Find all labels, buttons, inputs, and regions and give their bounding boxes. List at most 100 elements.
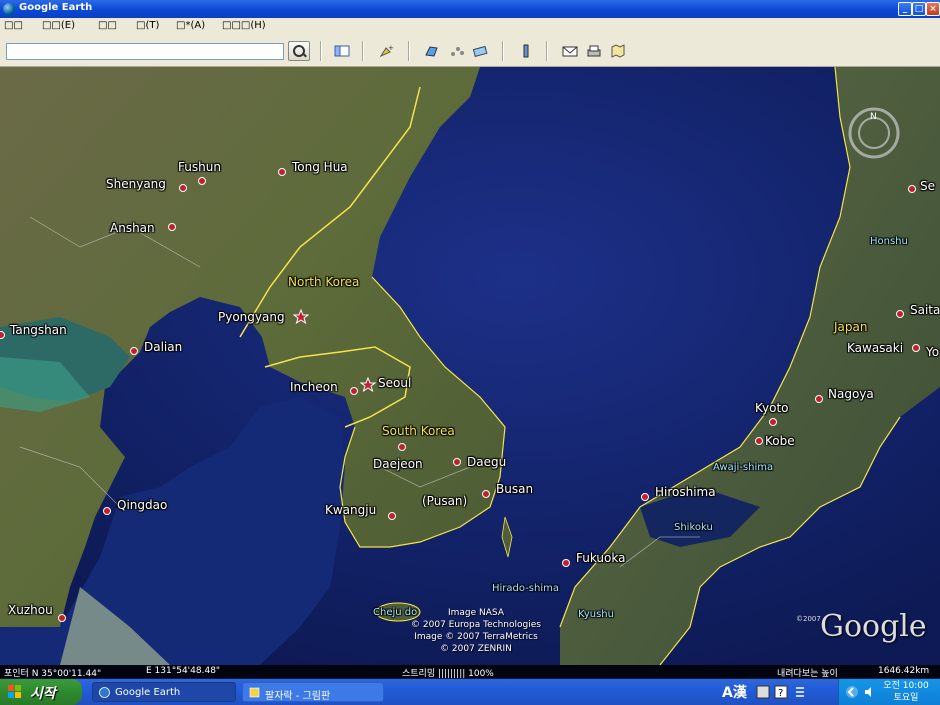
menu-view[interactable]: □□ [98, 20, 117, 31]
start-label: 시작 [30, 686, 56, 702]
city-label-incheon[interactable]: Incheon [290, 380, 338, 394]
city-marker-hiroshima[interactable] [641, 493, 649, 501]
city-label-seoul[interactable]: Seoul [378, 376, 411, 390]
satellite-imagery [0, 67, 940, 665]
taskbar-item-paint[interactable]: 팔자락 - 그림판 [242, 682, 384, 702]
city-label-nagoya[interactable]: Nagoya [828, 387, 874, 401]
volume-icon[interactable] [863, 685, 877, 699]
earth-view[interactable]: N Fushun Shenyang Tong Hua Anshan Tangsh… [0, 67, 940, 665]
sidebar-toggle-icon[interactable] [334, 44, 350, 58]
city-label-saitama[interactable]: Saita [910, 303, 940, 317]
city-label-daejeon[interactable]: Daejeon [373, 457, 423, 471]
city-marker-fukuoka[interactable] [562, 559, 570, 567]
toolbar-separator [408, 41, 410, 61]
credit-line: Image NASA [448, 608, 504, 618]
window-title: Google Earth [19, 2, 93, 13]
city-label-daegu[interactable]: Daegu [467, 455, 506, 469]
city-marker-kobe[interactable] [755, 437, 763, 445]
email-icon[interactable] [562, 44, 578, 58]
city-label-yokohama[interactable]: Yo [926, 345, 939, 359]
polygon-add-icon[interactable] [424, 44, 440, 58]
ruler-icon[interactable] [518, 44, 534, 58]
city-marker-kwangju[interactable] [388, 512, 396, 520]
city-label-pyongyang[interactable]: Pyongyang [218, 310, 285, 324]
city-label-fukuoka[interactable]: Fukuoka [576, 551, 625, 565]
city-marker-tonghua[interactable] [278, 168, 286, 176]
country-label-south-korea[interactable]: South Korea [382, 424, 455, 438]
help-icon[interactable]: ? [774, 685, 788, 699]
city-label-dalian[interactable]: Dalian [144, 340, 182, 354]
city-marker-qingdao[interactable] [103, 507, 111, 515]
city-label-anshan[interactable]: Anshan [110, 221, 155, 235]
clock-time: 오전 10:00 [883, 681, 929, 691]
capital-star-icon[interactable] [293, 309, 309, 325]
city-marker-daegu[interactable] [453, 458, 461, 466]
google-maps-icon[interactable] [610, 44, 626, 58]
menu-file[interactable]: □□ [4, 20, 23, 31]
city-marker-saitama[interactable] [896, 310, 904, 318]
ime-indicator[interactable]: A漢 [722, 682, 747, 702]
system-clock[interactable]: 오전 10:00 토요일 [879, 680, 933, 704]
city-label-busan[interactable]: Busan [496, 482, 533, 496]
city-label-tonghua[interactable]: Tong Hua [292, 160, 348, 174]
city-label-shenyang[interactable]: Shenyang [106, 177, 166, 191]
system-tray: 오전 10:00 토요일 [838, 679, 940, 705]
city-marker-busan[interactable] [482, 490, 490, 498]
island-label-hirado[interactable]: Hirado-shima [492, 583, 559, 594]
city-marker-kawasaki[interactable] [912, 344, 920, 352]
window-title-bar[interactable]: Google Earth _ □ × [0, 0, 940, 18]
city-label-sendai[interactable]: Se [920, 179, 935, 193]
city-marker-dalian[interactable] [130, 347, 138, 355]
country-label-japan[interactable]: Japan [834, 320, 867, 334]
toolbar-separator [502, 41, 504, 61]
menu-tools[interactable]: □(T) [136, 20, 159, 31]
city-label-tangshan[interactable]: Tangshan [10, 323, 67, 337]
city-marker-sendai[interactable] [908, 185, 916, 193]
island-label-honshu[interactable]: Honshu [870, 236, 908, 247]
city-label-kawasaki[interactable]: Kawasaki [847, 341, 903, 355]
maximize-button[interactable]: □ [912, 2, 926, 16]
search-button[interactable] [288, 41, 310, 61]
city-label-qingdao[interactable]: Qingdao [117, 498, 167, 512]
minimize-button[interactable]: _ [898, 2, 912, 16]
island-label-shikoku[interactable]: Shikoku [674, 522, 713, 533]
close-button[interactable]: × [926, 2, 940, 16]
island-label-awaji[interactable]: Awaji-shima [713, 462, 773, 473]
menu-add[interactable]: □*(A) [176, 20, 205, 31]
city-label-pusan[interactable]: (Pusan) [422, 494, 467, 508]
city-marker-shenyang[interactable] [179, 184, 187, 192]
status-bar: 포인터 N 35°00'11.44" E 131°54'48.48" 스트리밍 … [0, 665, 940, 679]
city-marker-daejeon[interactable] [398, 443, 406, 451]
city-label-xuzhou[interactable]: Xuzhou [8, 603, 53, 617]
svg-text:?: ? [778, 688, 783, 699]
city-label-hiroshima[interactable]: Hiroshima [655, 485, 716, 499]
search-input[interactable] [6, 43, 284, 60]
menu-edit[interactable]: □□(E) [42, 20, 75, 31]
city-marker-kyoto[interactable] [769, 418, 777, 426]
ime-pad-icon[interactable] [756, 685, 770, 699]
toolbar-separator [546, 41, 548, 61]
city-marker-incheon[interactable] [350, 387, 358, 395]
country-label-north-korea[interactable]: North Korea [288, 275, 359, 289]
city-marker-nagoya[interactable] [815, 395, 823, 403]
city-label-kobe[interactable]: Kobe [765, 434, 795, 448]
menu-help[interactable]: □□□(H) [222, 20, 266, 31]
placemark-add-icon[interactable]: + [378, 44, 394, 58]
taskbar-item-google-earth[interactable]: Google Earth [92, 682, 236, 702]
image-overlay-icon[interactable] [472, 44, 488, 58]
city-marker-xuzhou[interactable] [58, 614, 66, 622]
capital-star-icon[interactable] [360, 377, 376, 393]
start-button[interactable]: 시작 [0, 679, 82, 705]
city-marker-fushun[interactable] [198, 177, 206, 185]
city-label-kwangju[interactable]: Kwangju [325, 503, 376, 517]
city-label-kyoto[interactable]: Kyoto [755, 401, 789, 415]
paint-icon [249, 687, 260, 698]
city-label-fushun[interactable]: Fushun [178, 160, 221, 174]
ime-options-icon[interactable] [793, 685, 807, 699]
tray-expand-icon[interactable] [845, 685, 859, 699]
island-label-kyushu[interactable]: Kyushu [578, 609, 614, 620]
print-icon[interactable] [586, 44, 602, 58]
navigation-compass-icon[interactable]: N [846, 105, 902, 161]
city-marker-anshan[interactable] [168, 223, 176, 231]
path-add-icon[interactable] [449, 44, 465, 58]
